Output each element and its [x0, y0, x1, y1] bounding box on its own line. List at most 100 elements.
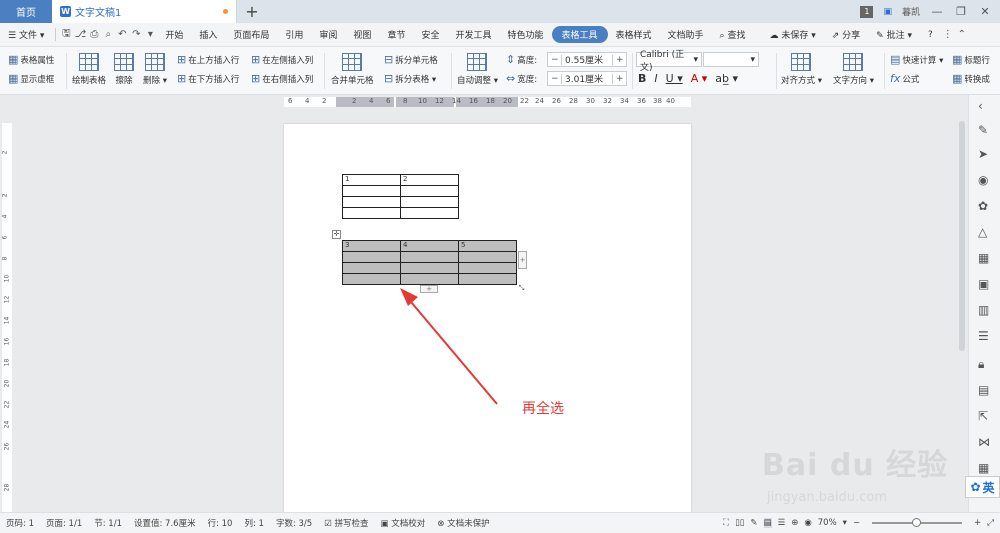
italic-icon[interactable]: I — [654, 72, 657, 85]
grid-icon[interactable]: ▦ — [978, 251, 989, 265]
page-view-icon[interactable]: ▤ — [763, 518, 772, 528]
edit-mode-icon[interactable]: ✎ — [750, 518, 757, 528]
table-cell[interactable] — [342, 185, 401, 197]
vertical-ruler[interactable]: 2 2 4 6 8 10 12 14 16 18 20 22 24 26 28 — [0, 109, 14, 512]
add-row-button[interactable]: + — [420, 285, 438, 293]
scrollbar-thumb[interactable] — [959, 121, 965, 351]
file-menu[interactable]: ☰ 文件 ▾ — [0, 28, 52, 41]
font-size-select[interactable]: ▾ — [703, 52, 759, 67]
table-cell[interactable] — [400, 273, 459, 285]
format-painter-icon[interactable]: ⎇ — [73, 29, 87, 40]
save-icon[interactable]: 🖫 — [59, 26, 73, 43]
width-decrease-button[interactable]: − — [548, 73, 562, 84]
table-cell[interactable] — [458, 262, 517, 274]
apps-icon[interactable]: ▣ — [978, 277, 989, 291]
menu-special[interactable]: 特色功能 — [499, 28, 551, 41]
print-icon[interactable]: ⎙ — [87, 29, 101, 40]
table-2-selected[interactable]: 3 4 5 — [342, 240, 517, 285]
collapse-sidebar-icon[interactable]: ‹ — [978, 99, 983, 113]
table-cell[interactable] — [342, 196, 401, 208]
table-cell[interactable] — [400, 251, 459, 263]
location-icon[interactable]: ◉ — [978, 173, 988, 187]
zoom-slider-knob[interactable] — [912, 518, 922, 527]
chart-icon[interactable]: ▥ — [978, 303, 989, 317]
merge-cells-button[interactable]: 合并单元格 — [331, 53, 374, 86]
table-cell[interactable] — [342, 273, 401, 285]
doc-protect-button[interactable]: ⊗ 文档未保护 — [431, 517, 495, 529]
convert-button[interactable]: ▦ 转换成 — [952, 72, 990, 85]
search-button[interactable]: ⌕ 查找 — [712, 28, 754, 41]
table-cell[interactable] — [400, 207, 459, 219]
more-icon[interactable]: ⋮ — [941, 29, 955, 40]
shape-icon[interactable]: △ — [978, 225, 987, 239]
share-button[interactable]: ⇗ 分享 — [824, 28, 868, 41]
fullscreen-icon[interactable]: ⛶ — [723, 518, 729, 528]
reading-mode-icon[interactable]: ▯▯ — [735, 518, 744, 528]
height-value[interactable]: 0.55厘米 — [562, 53, 612, 66]
zoom-slider[interactable] — [872, 518, 963, 527]
height-spinner[interactable]: −0.55厘米 + — [547, 52, 627, 67]
settings-slider-icon[interactable]: ☰ — [978, 329, 989, 343]
restore-icon[interactable]: ❐ — [954, 5, 968, 18]
table-props-button[interactable]: ▦ 表格属性 — [8, 53, 54, 66]
show-gridlines-button[interactable]: ▦ 显示虚框 — [8, 72, 54, 85]
height-decrease-button[interactable]: − — [548, 54, 562, 65]
title-row-button[interactable]: ▦ 标题行 — [952, 53, 990, 66]
table-cell[interactable] — [400, 196, 459, 208]
export-icon[interactable]: ⇱ — [978, 409, 988, 423]
menu-chapter[interactable]: 章节 — [379, 28, 413, 41]
paw-icon[interactable]: ✿ — [978, 199, 988, 213]
tab-home[interactable]: 首页 — [0, 0, 52, 23]
draw-table-button[interactable]: 绘制表格 — [72, 53, 106, 86]
menu-start[interactable]: 开始 — [157, 28, 191, 41]
table-cell[interactable] — [458, 251, 517, 263]
insert-col-right-button[interactable]: ⊞ 在右侧插入列 — [251, 72, 313, 85]
text-direction-button[interactable]: 文字方向 ▾ — [833, 53, 874, 86]
table-cell[interactable]: 2 — [400, 174, 459, 186]
width-increase-button[interactable]: + — [612, 73, 626, 84]
menu-page-layout[interactable]: 页面布局 — [225, 28, 277, 41]
split-cells-button[interactable]: ⊟ 拆分单元格 — [384, 53, 438, 66]
share-nodes-icon[interactable]: ⋈ — [978, 435, 990, 449]
help-button[interactable]: ? — [920, 30, 941, 40]
tab-document[interactable]: W 文字文稿1 — [52, 0, 237, 23]
font-color-icon[interactable]: A ▾ — [691, 72, 708, 85]
window-count-badge[interactable]: 1 — [860, 5, 874, 18]
web-view-icon[interactable]: ⊕ — [791, 518, 798, 528]
eye-protect-icon[interactable]: ◉ — [804, 518, 811, 528]
menu-table-style[interactable]: 表格样式 — [608, 28, 660, 41]
table-cell[interactable]: 1 — [342, 174, 401, 186]
insert-row-below-button[interactable]: ⊞ 在下方插入行 — [177, 72, 239, 85]
collapse-icon[interactable]: ⌃ — [955, 29, 969, 40]
menu-view[interactable]: 视图 — [345, 28, 379, 41]
highlight-icon[interactable]: ab̲ ▾ — [715, 72, 738, 85]
font-name-select[interactable]: Calibri (正文) ▾ — [636, 50, 702, 73]
underline-icon[interactable]: U ▾ — [666, 72, 683, 85]
undo-icon[interactable]: ↶ — [115, 29, 129, 40]
zoom-out-button[interactable]: − — [853, 518, 860, 528]
menu-insert[interactable]: 插入 — [191, 28, 225, 41]
width-spinner[interactable]: −3.01厘米 + — [547, 71, 627, 86]
horizontal-ruler[interactable]: 6 4 2 2 4 6 8 10 12 14 16 18 20 22 24 26… — [0, 95, 1000, 109]
close-icon[interactable]: ✕ — [978, 5, 992, 18]
zoom-dropdown-icon[interactable]: ▾ — [843, 518, 847, 528]
user-name[interactable]: 暮凯 — [902, 5, 920, 18]
table-cell[interactable]: 3 — [342, 240, 401, 252]
redo-icon[interactable]: ↷ — [129, 29, 143, 40]
menu-reference[interactable]: 引用 — [277, 28, 311, 41]
document-page[interactable]: 1 2 ✛ 3 4 5 + + ⤡ — [284, 124, 691, 512]
formula-button[interactable]: fx 公式 — [890, 72, 919, 85]
height-increase-button[interactable]: + — [612, 54, 626, 65]
status-word-count[interactable]: 字数: 3/5 — [270, 517, 318, 529]
autofit-button[interactable]: 自动调整 ▾ — [457, 53, 498, 86]
menu-table-tools[interactable]: 表格工具 — [551, 26, 608, 43]
zoom-in-button[interactable]: + — [974, 518, 981, 528]
spellcheck-button[interactable]: ☑ 拼写检查 — [318, 517, 374, 529]
user-avatar-icon[interactable]: ▣ — [883, 7, 892, 17]
table-cell[interactable] — [400, 262, 459, 274]
document-icon[interactable]: ▤ — [978, 383, 989, 397]
menu-security[interactable]: 安全 — [413, 28, 447, 41]
new-tab-button[interactable]: + — [237, 0, 267, 23]
ime-indicator[interactable]: ✿ 英 — [965, 476, 1000, 498]
table-resize-handle-icon[interactable]: ⤡ — [517, 285, 526, 294]
